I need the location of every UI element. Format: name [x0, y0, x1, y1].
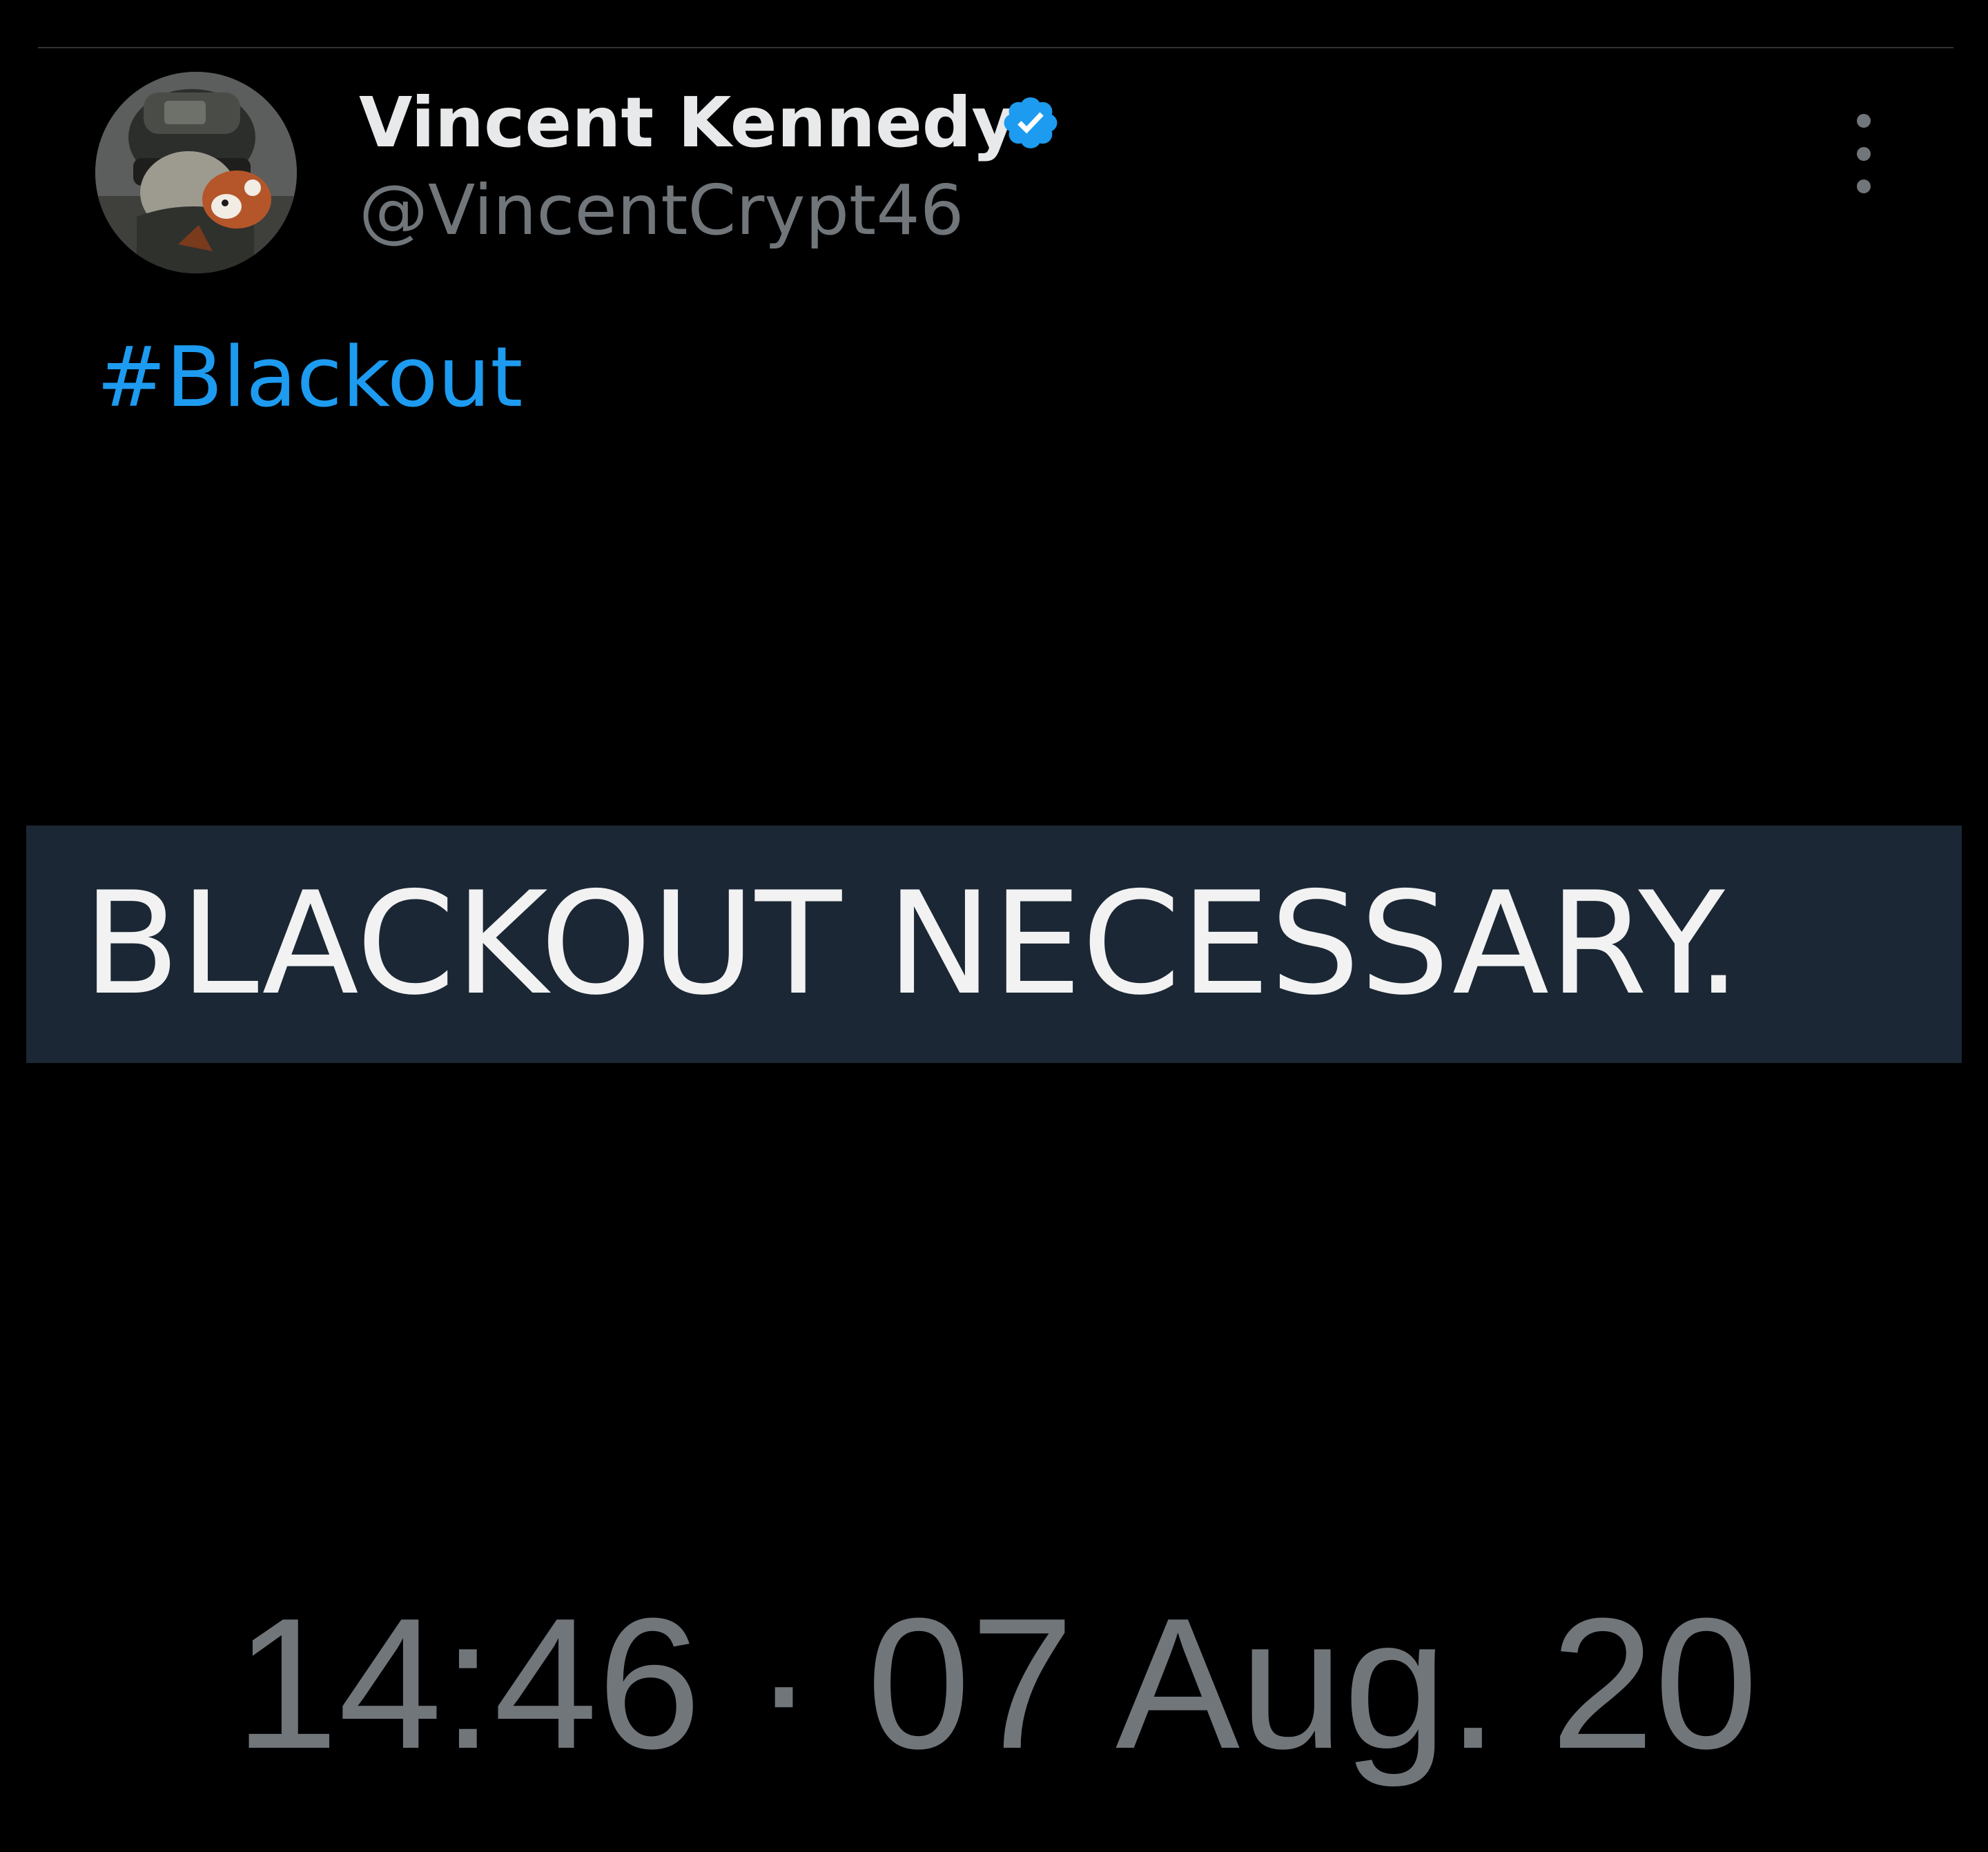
- author-handle[interactable]: @VincentCrypt46: [359, 166, 964, 255]
- more-vertical-icon-dot: [1857, 179, 1871, 193]
- author-name[interactable]: Vincent Kennedy: [359, 75, 1017, 171]
- image-banner-text: BLACKOUT NECESSARY.: [83, 862, 1742, 1026]
- top-divider: [38, 47, 1953, 48]
- more-options-button[interactable]: [1836, 114, 1891, 193]
- verified-badge-icon: [1004, 97, 1058, 148]
- hashtag-link[interactable]: #Blackout: [97, 330, 523, 427]
- more-vertical-icon-dot: [1857, 146, 1871, 161]
- avatar[interactable]: [95, 72, 297, 273]
- more-vertical-icon-dot: [1857, 114, 1871, 128]
- tweet-timestamp[interactable]: 14:46 · 07 Aug. 20: [235, 1581, 1758, 1788]
- soldier-with-red-panda-avatar-icon: [95, 72, 297, 273]
